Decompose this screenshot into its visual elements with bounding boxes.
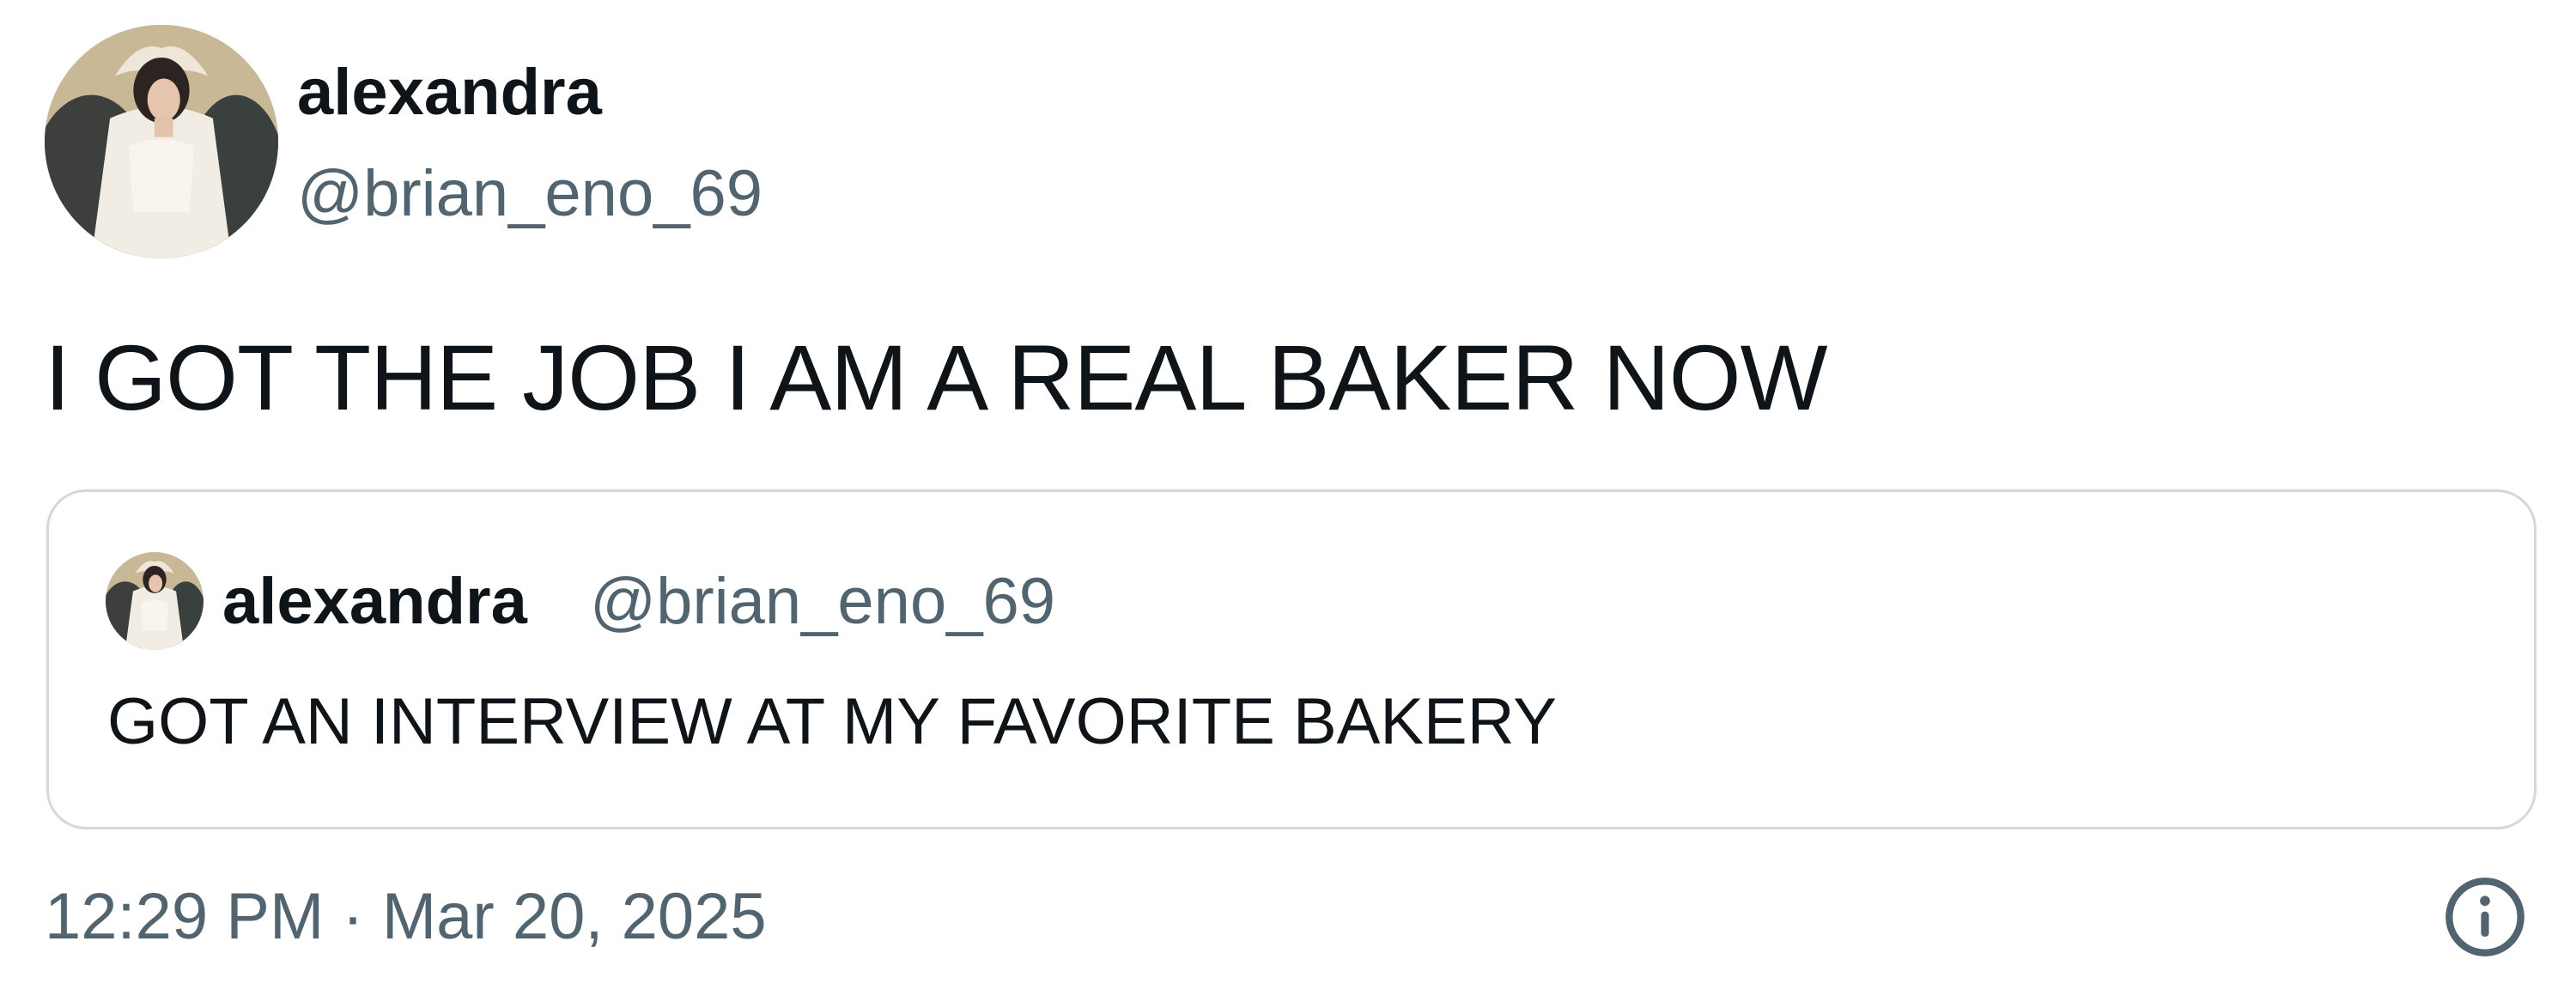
tweet-card: alexandra @brian_eno_69 I GOT THE JOB I … (0, 0, 2576, 1002)
portrait-avatar-icon (45, 25, 278, 258)
tweet-timestamp[interactable]: 12:29 PM · Mar 20, 2025 (45, 874, 767, 960)
author-name[interactable]: alexandra (297, 50, 602, 136)
quoted-author-handle: @brian_eno_69 (590, 565, 1056, 638)
author-handle[interactable]: @brian_eno_69 (297, 151, 762, 237)
quoted-tweet-text: GOT AN INTERVIEW AT MY FAVORITE BAKERY (107, 685, 1557, 758)
quoted-author-avatar (106, 552, 204, 650)
info-circle-icon[interactable] (2442, 874, 2528, 960)
tweet-text: I GOT THE JOB I AM A REAL BAKER NOW (45, 325, 1828, 429)
quoted-tweet[interactable]: alexandra @brian_eno_69 GOT AN INTERVIEW… (46, 489, 2537, 829)
quoted-author-name: alexandra (222, 565, 527, 638)
portrait-avatar-icon (106, 552, 204, 650)
author-avatar[interactable] (45, 25, 278, 258)
